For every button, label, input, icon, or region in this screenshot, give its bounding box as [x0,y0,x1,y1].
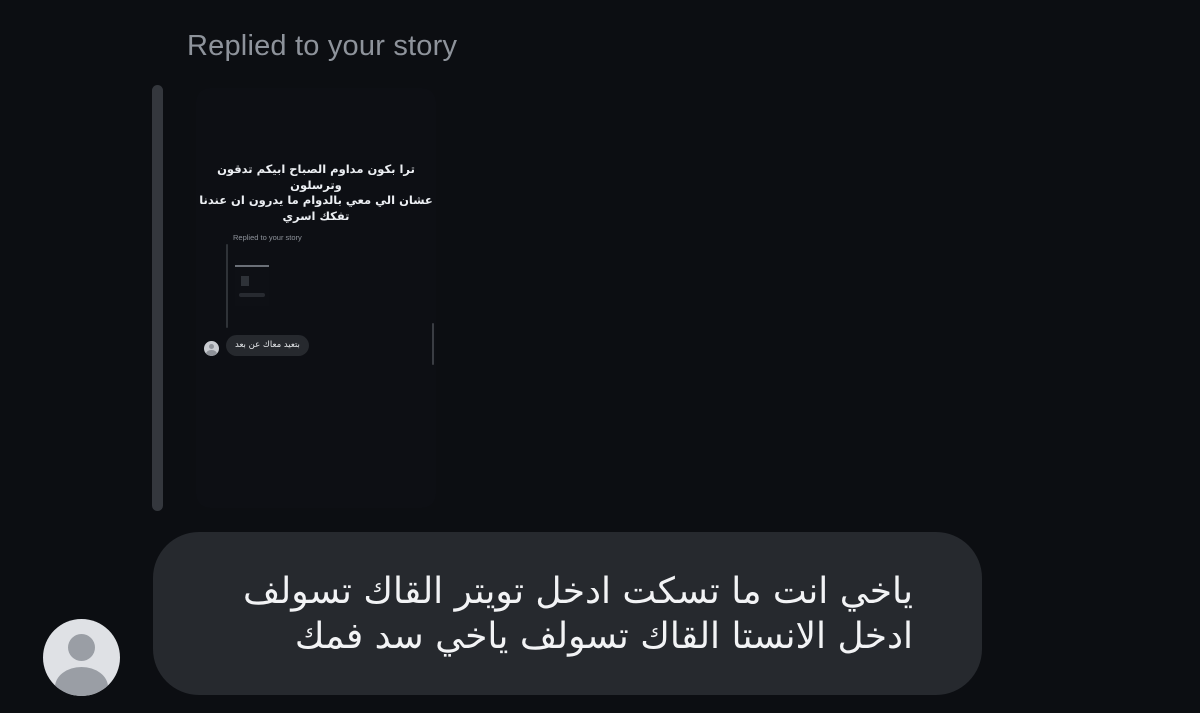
nested-message-bubble: بتعيد معاك عن بعد [226,335,309,356]
message-bubble[interactable]: ياخي انت ما تسكت ادخل تويتر القاك تسولف … [153,532,982,695]
sender-avatar-icon[interactable] [43,619,120,696]
story-caption-line: عشان الي معي بالدوام ما يدرون ان عندنا [199,193,433,207]
story-caption-line: ترا بكون مداوم الصباح ابيكم تدقون وترسلو… [217,162,415,192]
avatar-body [55,667,108,696]
reply-header: Replied to your story [187,30,458,62]
nested-reply-header: Replied to your story [233,233,302,242]
nested-story-thumbnail [235,260,269,306]
nested-story-reply [239,293,265,297]
message-text: ياخي انت ما تسكت ادخل تويتر القاك تسولف … [183,569,913,659]
reply-quote-bar [152,85,163,511]
nested-story-image [241,276,249,286]
message-line: ادخل الانستا القاك تسولف ياخي سد فمك [294,616,913,657]
message-line: ياخي انت ما تسكت ادخل تويتر القاك تسولف [242,571,913,612]
story-caption: ترا بكون مداوم الصباح ابيكم تدقون وترسلو… [196,162,436,224]
nested-story-caption [235,265,269,267]
avatar-head [68,634,95,661]
story-preview[interactable]: ترا بكون مداوم الصباح ابيكم تدقون وترسلو… [196,88,436,508]
nested-quote-bar [226,244,228,328]
nested-scrollbar [432,323,434,365]
story-caption-line: تفكك اسري [282,208,350,223]
nested-avatar-icon [204,341,219,356]
